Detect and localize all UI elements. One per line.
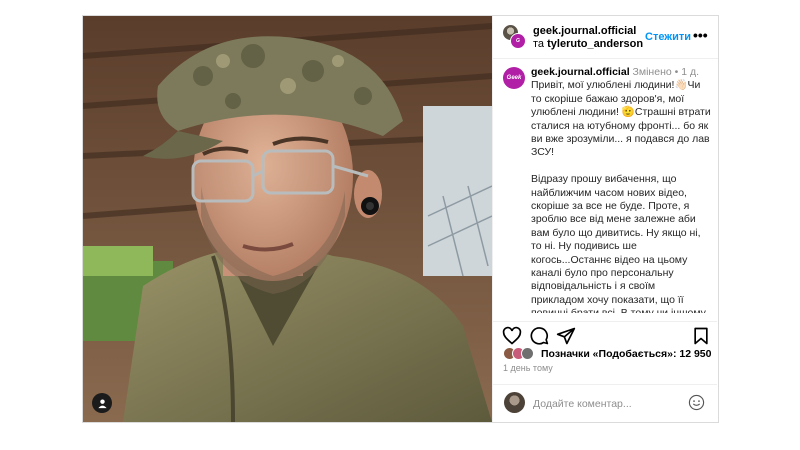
user-tag-button[interactable]	[92, 393, 112, 413]
send-icon[interactable]	[556, 326, 576, 346]
caption-avatar[interactable]: Geek	[503, 67, 525, 89]
comment-box: Додайте коментар...	[493, 384, 717, 423]
meta-dot: •	[674, 66, 679, 78]
collaborator-username[interactable]: tyleruto_anderson	[547, 38, 643, 50]
caption-paragraph-1: Привіт, мої улюблені людини!👋🏻Чи то скор…	[531, 79, 711, 159]
comment-input[interactable]: Додайте коментар...	[533, 398, 632, 410]
bookmark-icon[interactable]	[691, 326, 711, 346]
heart-icon[interactable]	[502, 326, 522, 346]
caption-username[interactable]: geek.journal.official	[531, 66, 630, 78]
caption-area: Geek geek.journal.official Змінено • 1 д…	[493, 59, 717, 313]
instagram-post: G geek.journal.official та tyleruto_ande…	[82, 15, 719, 423]
more-options-button[interactable]: •••	[693, 27, 708, 43]
likes-count[interactable]: Позначки «Подобається»: 12 950	[541, 348, 711, 360]
author-names: geek.journal.official та tyleruto_anders…	[533, 25, 643, 51]
post-header: G geek.journal.official та tyleruto_ande…	[493, 16, 718, 59]
user-tag-icon	[97, 398, 107, 408]
viewer-avatar	[504, 392, 525, 413]
collab-avatars[interactable]: G	[503, 25, 527, 49]
soldier-selfie-image	[83, 16, 492, 422]
caption-paragraph-2: Відразу прошу вибачення, що найближчим ч…	[531, 173, 706, 313]
follow-button[interactable]: Стежити	[645, 31, 691, 43]
owner-username[interactable]: geek.journal.official	[533, 25, 636, 37]
smiley-icon[interactable]	[688, 394, 705, 411]
liker-avatars	[503, 347, 539, 361]
owner-avatar[interactable]: G	[510, 33, 526, 49]
comment-icon[interactable]	[529, 326, 549, 346]
caption-text: geek.journal.official Змінено • 1 д. При…	[531, 66, 711, 313]
post-age: 1 д.	[681, 66, 700, 78]
edited-label: Змінено	[632, 66, 672, 78]
post-sidebar: G geek.journal.official та tyleruto_ande…	[492, 16, 718, 422]
post-date[interactable]: 1 день тому	[503, 363, 553, 373]
post-photo[interactable]	[83, 16, 492, 422]
collab-connector: та	[533, 38, 545, 50]
likes-row[interactable]: Позначки «Подобається»: 12 950	[503, 346, 711, 362]
